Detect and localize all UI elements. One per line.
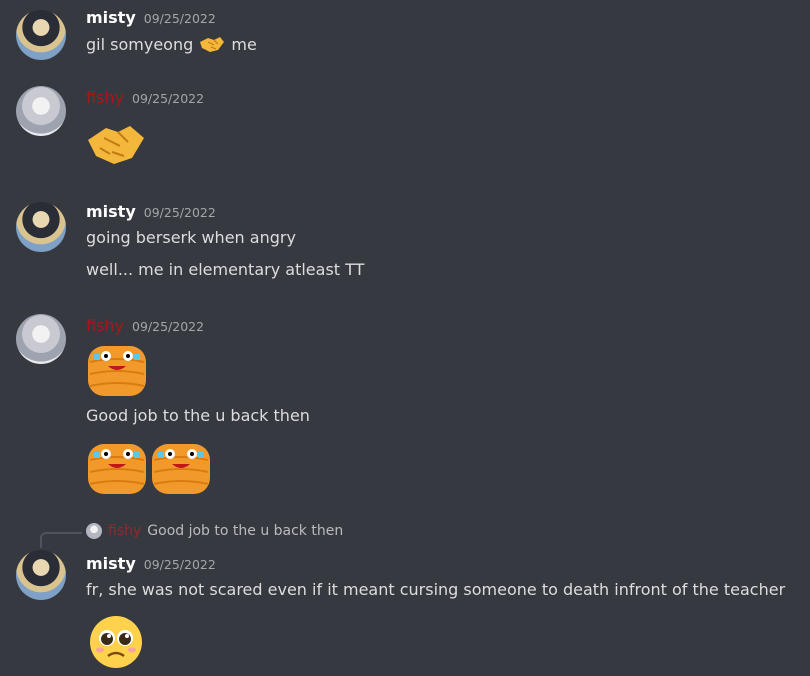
handshake-icon[interactable] xyxy=(198,34,226,54)
message-group: fishy 09/25/2022 Good job to the u back … xyxy=(0,314,810,504)
crying-bread-icon[interactable] xyxy=(150,436,212,496)
reply-text[interactable]: Good job to the u back then xyxy=(147,523,343,539)
timestamp: 09/25/2022 xyxy=(143,557,216,572)
message-text-part: me xyxy=(231,35,257,54)
crying-bread-icon[interactable] xyxy=(86,338,148,398)
message-group: fishy 09/25/2022 xyxy=(0,86,810,176)
message-text-part: gil somyeong xyxy=(86,35,199,54)
reply-connector xyxy=(40,532,82,548)
timestamp: 09/25/2022 xyxy=(132,319,205,334)
reply-username[interactable]: fishy xyxy=(108,523,141,539)
avatar[interactable] xyxy=(16,550,66,600)
crying-bread-icon[interactable] xyxy=(86,436,148,496)
username[interactable]: fishy xyxy=(86,316,124,335)
username[interactable]: fishy xyxy=(86,88,124,107)
message-group: misty 09/25/2022 going berserk when angr… xyxy=(0,200,810,290)
message-group: misty 09/25/2022 gil somyeong me xyxy=(0,6,810,66)
message-header: fishy 09/25/2022 xyxy=(86,316,204,336)
message-text: Good job to the u back then xyxy=(86,406,310,425)
reply-avatar xyxy=(86,523,102,539)
reply-preview[interactable]: fishy Good job to the u back then xyxy=(86,523,343,539)
pleading-face-icon[interactable] xyxy=(88,614,144,670)
timestamp: 09/25/2022 xyxy=(143,11,216,26)
avatar[interactable] xyxy=(16,314,66,364)
message-group: misty 09/25/2022 fr, she was not scared … xyxy=(0,550,810,676)
message-text: gil somyeong me xyxy=(86,34,257,54)
username[interactable]: misty xyxy=(86,8,136,27)
handshake-icon[interactable] xyxy=(86,122,146,166)
message-text: fr, she was not scared even if it meant … xyxy=(86,580,786,599)
message-header: fishy 09/25/2022 xyxy=(86,88,204,108)
avatar[interactable] xyxy=(16,202,66,252)
timestamp: 09/25/2022 xyxy=(132,91,205,106)
username[interactable]: misty xyxy=(86,554,136,573)
timestamp: 09/25/2022 xyxy=(143,205,216,220)
message-header: misty 09/25/2022 xyxy=(86,554,216,574)
message-header: misty 09/25/2022 xyxy=(86,8,216,28)
message-header: misty 09/25/2022 xyxy=(86,202,216,222)
message-text: well... me in elementary atleast TT xyxy=(86,260,365,279)
avatar[interactable] xyxy=(16,86,66,136)
username[interactable]: misty xyxy=(86,202,136,221)
avatar[interactable] xyxy=(16,10,66,60)
message-text: going berserk when angry xyxy=(86,228,296,247)
